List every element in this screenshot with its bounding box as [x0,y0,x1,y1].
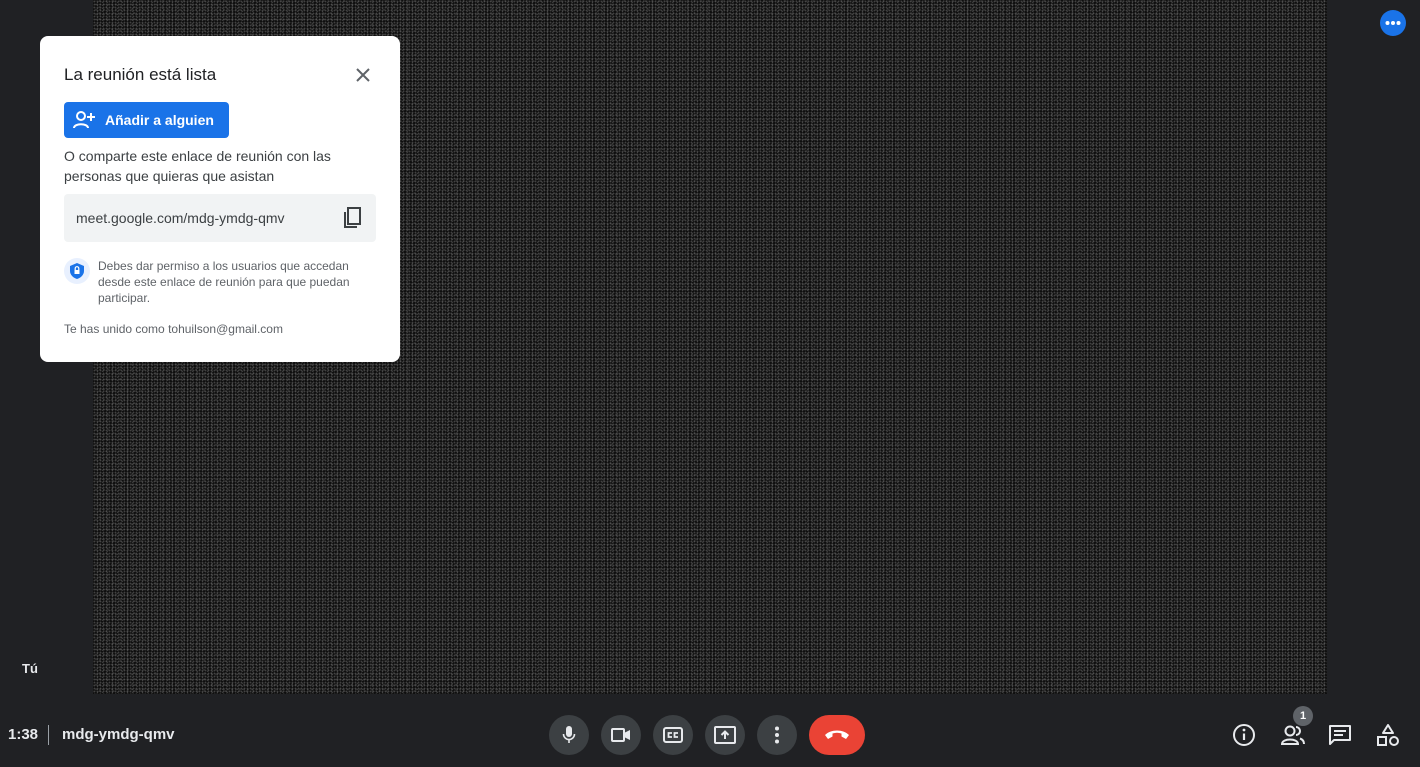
present-screen-icon [714,726,736,744]
more-options-menu-button[interactable] [757,715,797,755]
camera-icon [611,728,630,742]
camera-button[interactable] [601,715,641,755]
share-instructions: O comparte este enlace de reunión con la… [64,148,331,184]
dialog-title: La reunión está lista [64,65,217,84]
captions-icon [663,727,683,743]
permission-notice: Debes dar permiso a los usuarios que acc… [64,258,376,306]
self-tile-label: Tú [22,661,38,676]
permission-text: Debes dar permiso a los usuarios que acc… [98,259,350,305]
shield-icon [70,263,84,279]
more-vertical-icon [775,726,779,744]
microphone-button[interactable] [549,715,589,755]
more-horizontal-icon [1385,21,1401,25]
hang-up-icon [825,730,849,739]
meeting-link-box: meet.google.com/mdg-ymdg-qmv [64,194,376,242]
captions-button[interactable] [653,715,693,755]
copy-link-button[interactable] [340,206,364,230]
bottom-divider [48,725,49,745]
present-screen-button[interactable] [705,715,745,755]
activities-icon [1377,724,1399,746]
meeting-details-button[interactable] [1231,722,1257,748]
chat-icon [1329,725,1351,745]
leave-call-button[interactable] [809,715,865,755]
joined-as-text: Te has unido como tohuilson@gmail.com [64,322,283,336]
add-someone-button[interactable]: Añadir a alguien [64,102,229,138]
meeting-code: mdg-ymdg-qmv [62,726,175,743]
add-person-icon [73,111,95,129]
copy-icon [344,207,361,228]
participants-count-badge: 1 [1293,706,1313,726]
add-someone-label: Añadir a alguien [105,112,214,128]
more-options-button[interactable] [1380,10,1406,36]
meeting-link[interactable]: meet.google.com/mdg-ymdg-qmv [76,210,285,226]
close-icon [356,68,370,82]
people-icon [1280,725,1305,745]
shield-badge [64,258,90,284]
meeting-time: 1:38 [8,726,39,743]
chat-button[interactable] [1327,722,1353,748]
close-dialog-button[interactable] [352,64,374,86]
info-icon [1233,724,1255,746]
activities-button[interactable] [1375,722,1401,748]
meeting-ready-dialog: La reunión está lista Añadir a alguien O… [40,36,400,362]
microphone-icon [562,726,576,743]
